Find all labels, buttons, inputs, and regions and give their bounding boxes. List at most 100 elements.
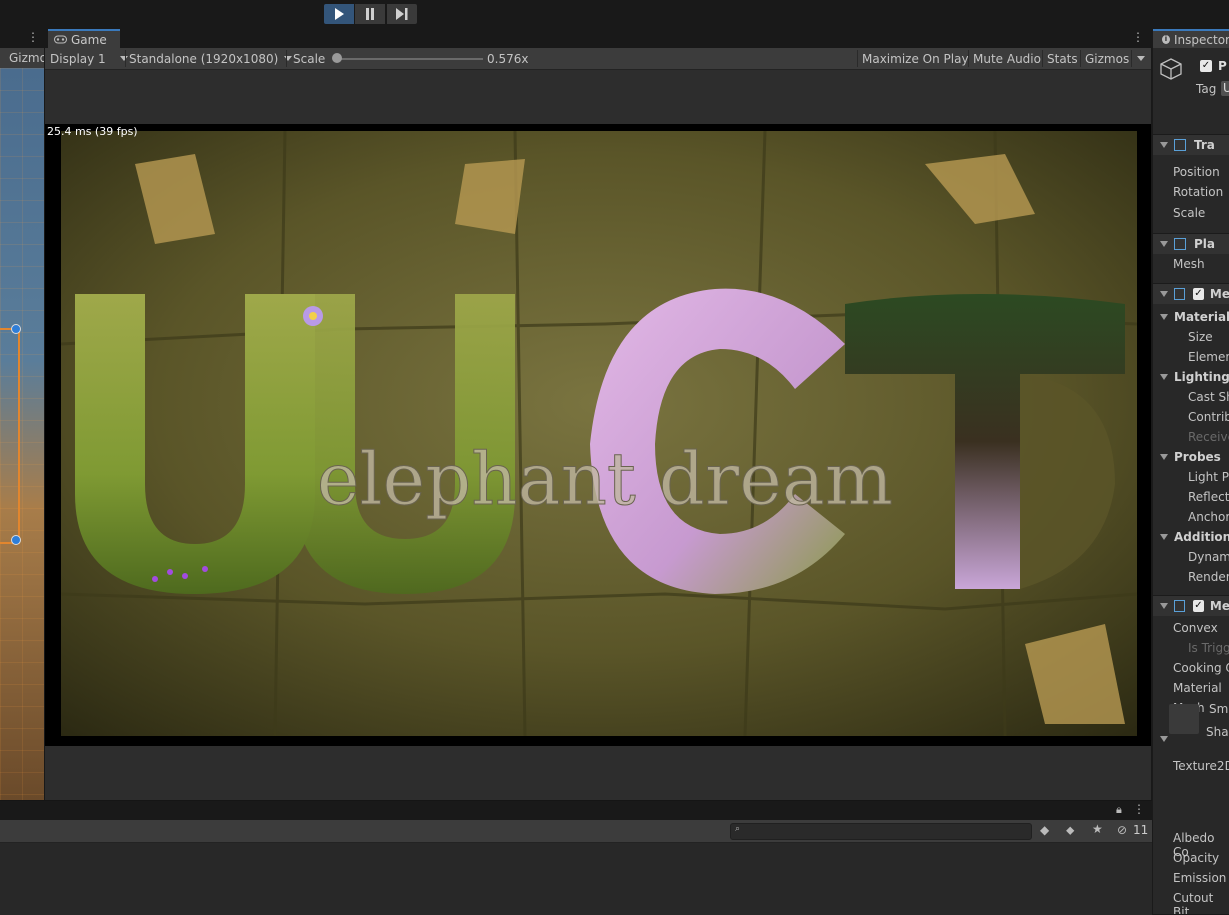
- inspector-row-label: Contrib: [1188, 410, 1229, 424]
- chevron-down-icon[interactable]: [1160, 374, 1168, 380]
- chevron-down-icon[interactable]: [1160, 241, 1168, 247]
- inspector-row-label: Position: [1173, 165, 1220, 179]
- tag-dropdown[interactable]: U: [1221, 81, 1229, 96]
- handle-top[interactable]: [11, 324, 21, 334]
- mute-audio-toggle[interactable]: Mute Audio: [973, 48, 1041, 69]
- gizmos-toggle[interactable]: Gizmos: [1085, 48, 1129, 69]
- inspector-row-label: Is Trigg: [1188, 641, 1229, 655]
- hidden-packages-icon[interactable]: ⊘: [1117, 823, 1127, 837]
- main-toolbar: [0, 0, 1229, 29]
- property-field[interactable]: Scale: [1153, 203, 1229, 223]
- game-viewport[interactable]: elephant dream 25.4 ms (39 fps): [45, 124, 1151, 746]
- property-field[interactable]: Mesh: [1153, 254, 1229, 274]
- bottom-tabbar: 🔒︎ ⋮: [0, 801, 1152, 820]
- foldout-section[interactable]: Probes: [1153, 447, 1229, 467]
- foldout-section[interactable]: Additiona: [1153, 527, 1229, 547]
- chevron-down-icon[interactable]: [1160, 603, 1168, 609]
- maximize-on-play-toggle[interactable]: Maximize On Play: [862, 48, 969, 69]
- property-field[interactable]: Contrib: [1153, 407, 1229, 427]
- game-tabbar: Game ⋮: [45, 29, 1151, 48]
- game-more-icon[interactable]: ⋮: [1132, 30, 1144, 44]
- property-field[interactable]: Cast Sh: [1153, 387, 1229, 407]
- handle-bottom[interactable]: [11, 535, 21, 545]
- inspector-row-label: Me: [1209, 287, 1229, 301]
- scale-value: 0.576x: [487, 51, 529, 66]
- gameobject-name: P: [1218, 59, 1227, 73]
- chevron-down-icon[interactable]: [1160, 454, 1168, 460]
- foldout-section[interactable]: Materials: [1153, 307, 1229, 327]
- gamepad-icon: [54, 35, 67, 44]
- component-header[interactable]: Pla: [1153, 233, 1229, 254]
- material-name: Sm: [1209, 702, 1229, 716]
- gizmos-dropdown[interactable]: [1133, 48, 1145, 69]
- display-dropdown[interactable]: Display 1: [50, 48, 128, 69]
- property-field[interactable]: Element: [1153, 347, 1229, 367]
- search-icon: ⌕: [735, 824, 741, 834]
- property-field[interactable]: Light Pr: [1153, 467, 1229, 487]
- tab-game[interactable]: Game: [48, 29, 120, 48]
- inspector-row-label: Material: [1173, 681, 1222, 695]
- cutout-label: Cutout Bit: [1173, 891, 1214, 914]
- property-field[interactable]: Cooking O: [1153, 658, 1229, 678]
- scale-slider-thumb[interactable]: [332, 53, 342, 63]
- inspector-row-label: Dynami: [1188, 550, 1229, 564]
- property-field[interactable]: Is Trigg: [1153, 638, 1229, 658]
- favorites-icon[interactable]: ★: [1092, 822, 1103, 836]
- inspector-row-label: Mesh: [1173, 257, 1205, 271]
- foldout-section[interactable]: Lighting: [1153, 367, 1229, 387]
- component-icon: [1174, 288, 1186, 300]
- scale-slider-track[interactable]: [335, 58, 483, 60]
- component-enabled-checkbox[interactable]: ✓: [1193, 288, 1204, 300]
- resolution-dropdown[interactable]: Standalone (1920x1080): [129, 48, 293, 69]
- chevron-down-icon: [119, 56, 128, 61]
- pause-button[interactable]: [355, 4, 385, 24]
- inspector-row-label: Scale: [1173, 206, 1206, 220]
- tag-label: Tag: [1196, 82, 1217, 96]
- shader-label[interactable]: Sha: [1206, 725, 1229, 739]
- tab-game-label: Game: [71, 32, 107, 47]
- filter-by-type-icon[interactable]: ◆: [1040, 823, 1049, 837]
- property-field[interactable]: Anchor: [1153, 507, 1229, 527]
- gameobject-active-toggle[interactable]: ✓ P: [1200, 59, 1227, 73]
- play-button[interactable]: [324, 4, 354, 24]
- tab-inspector-label: Inspector: [1174, 32, 1229, 47]
- component-header[interactable]: ✓ Me: [1153, 595, 1229, 616]
- scene-panel: ⋮ Gizmo: [0, 29, 44, 800]
- property-field[interactable]: Dynami: [1153, 547, 1229, 567]
- property-field[interactable]: Renderi: [1153, 567, 1229, 587]
- bottom-more-icon[interactable]: ⋮: [1133, 802, 1145, 816]
- lock-icon[interactable]: 🔒︎: [1116, 803, 1122, 817]
- info-icon: i: [1162, 35, 1171, 44]
- inspector-tabbar: i Inspector: [1153, 29, 1229, 48]
- stats-toggle[interactable]: Stats: [1047, 48, 1078, 69]
- component-enabled-checkbox[interactable]: ✓: [1193, 600, 1204, 612]
- property-field[interactable]: Size: [1153, 327, 1229, 347]
- scene-gizmos-toggle[interactable]: Gizmo: [9, 51, 44, 65]
- material-preview: [1169, 704, 1199, 734]
- step-button[interactable]: [387, 4, 417, 24]
- chevron-down-icon[interactable]: [1160, 291, 1168, 297]
- inspector-row-label: Probes: [1174, 450, 1221, 464]
- search-input[interactable]: ⌕: [730, 823, 1032, 840]
- opacity-label: Opacity: [1173, 851, 1220, 865]
- tab-inspector[interactable]: i Inspector: [1153, 29, 1229, 48]
- inspector-row-label: Pla: [1194, 237, 1216, 251]
- property-field[interactable]: Position: [1153, 162, 1229, 182]
- component-header[interactable]: Tra: [1153, 134, 1229, 155]
- property-field[interactable]: Reflecti: [1153, 487, 1229, 507]
- property-field[interactable]: Rotation: [1153, 182, 1229, 202]
- scene-title-text: elephant dream: [317, 437, 893, 521]
- property-field[interactable]: Receive: [1153, 427, 1229, 447]
- inspector-panel: i Inspector ✓ P Tag U Tra Position Rotatio…: [1152, 29, 1229, 914]
- scene-more-icon[interactable]: ⋮: [27, 30, 39, 44]
- property-field[interactable]: Convex: [1153, 618, 1229, 638]
- chevron-down-icon[interactable]: [1160, 534, 1168, 540]
- divider: [286, 50, 287, 67]
- scene-viewport[interactable]: [0, 68, 44, 800]
- property-field[interactable]: Material: [1153, 678, 1229, 698]
- filter-by-label-icon[interactable]: ⬥: [1066, 823, 1074, 838]
- chevron-down-icon[interactable]: [1160, 314, 1168, 320]
- component-header[interactable]: ✓ Me: [1153, 283, 1229, 304]
- chevron-down-icon[interactable]: [1160, 142, 1168, 148]
- chevron-down-icon[interactable]: [1160, 736, 1168, 742]
